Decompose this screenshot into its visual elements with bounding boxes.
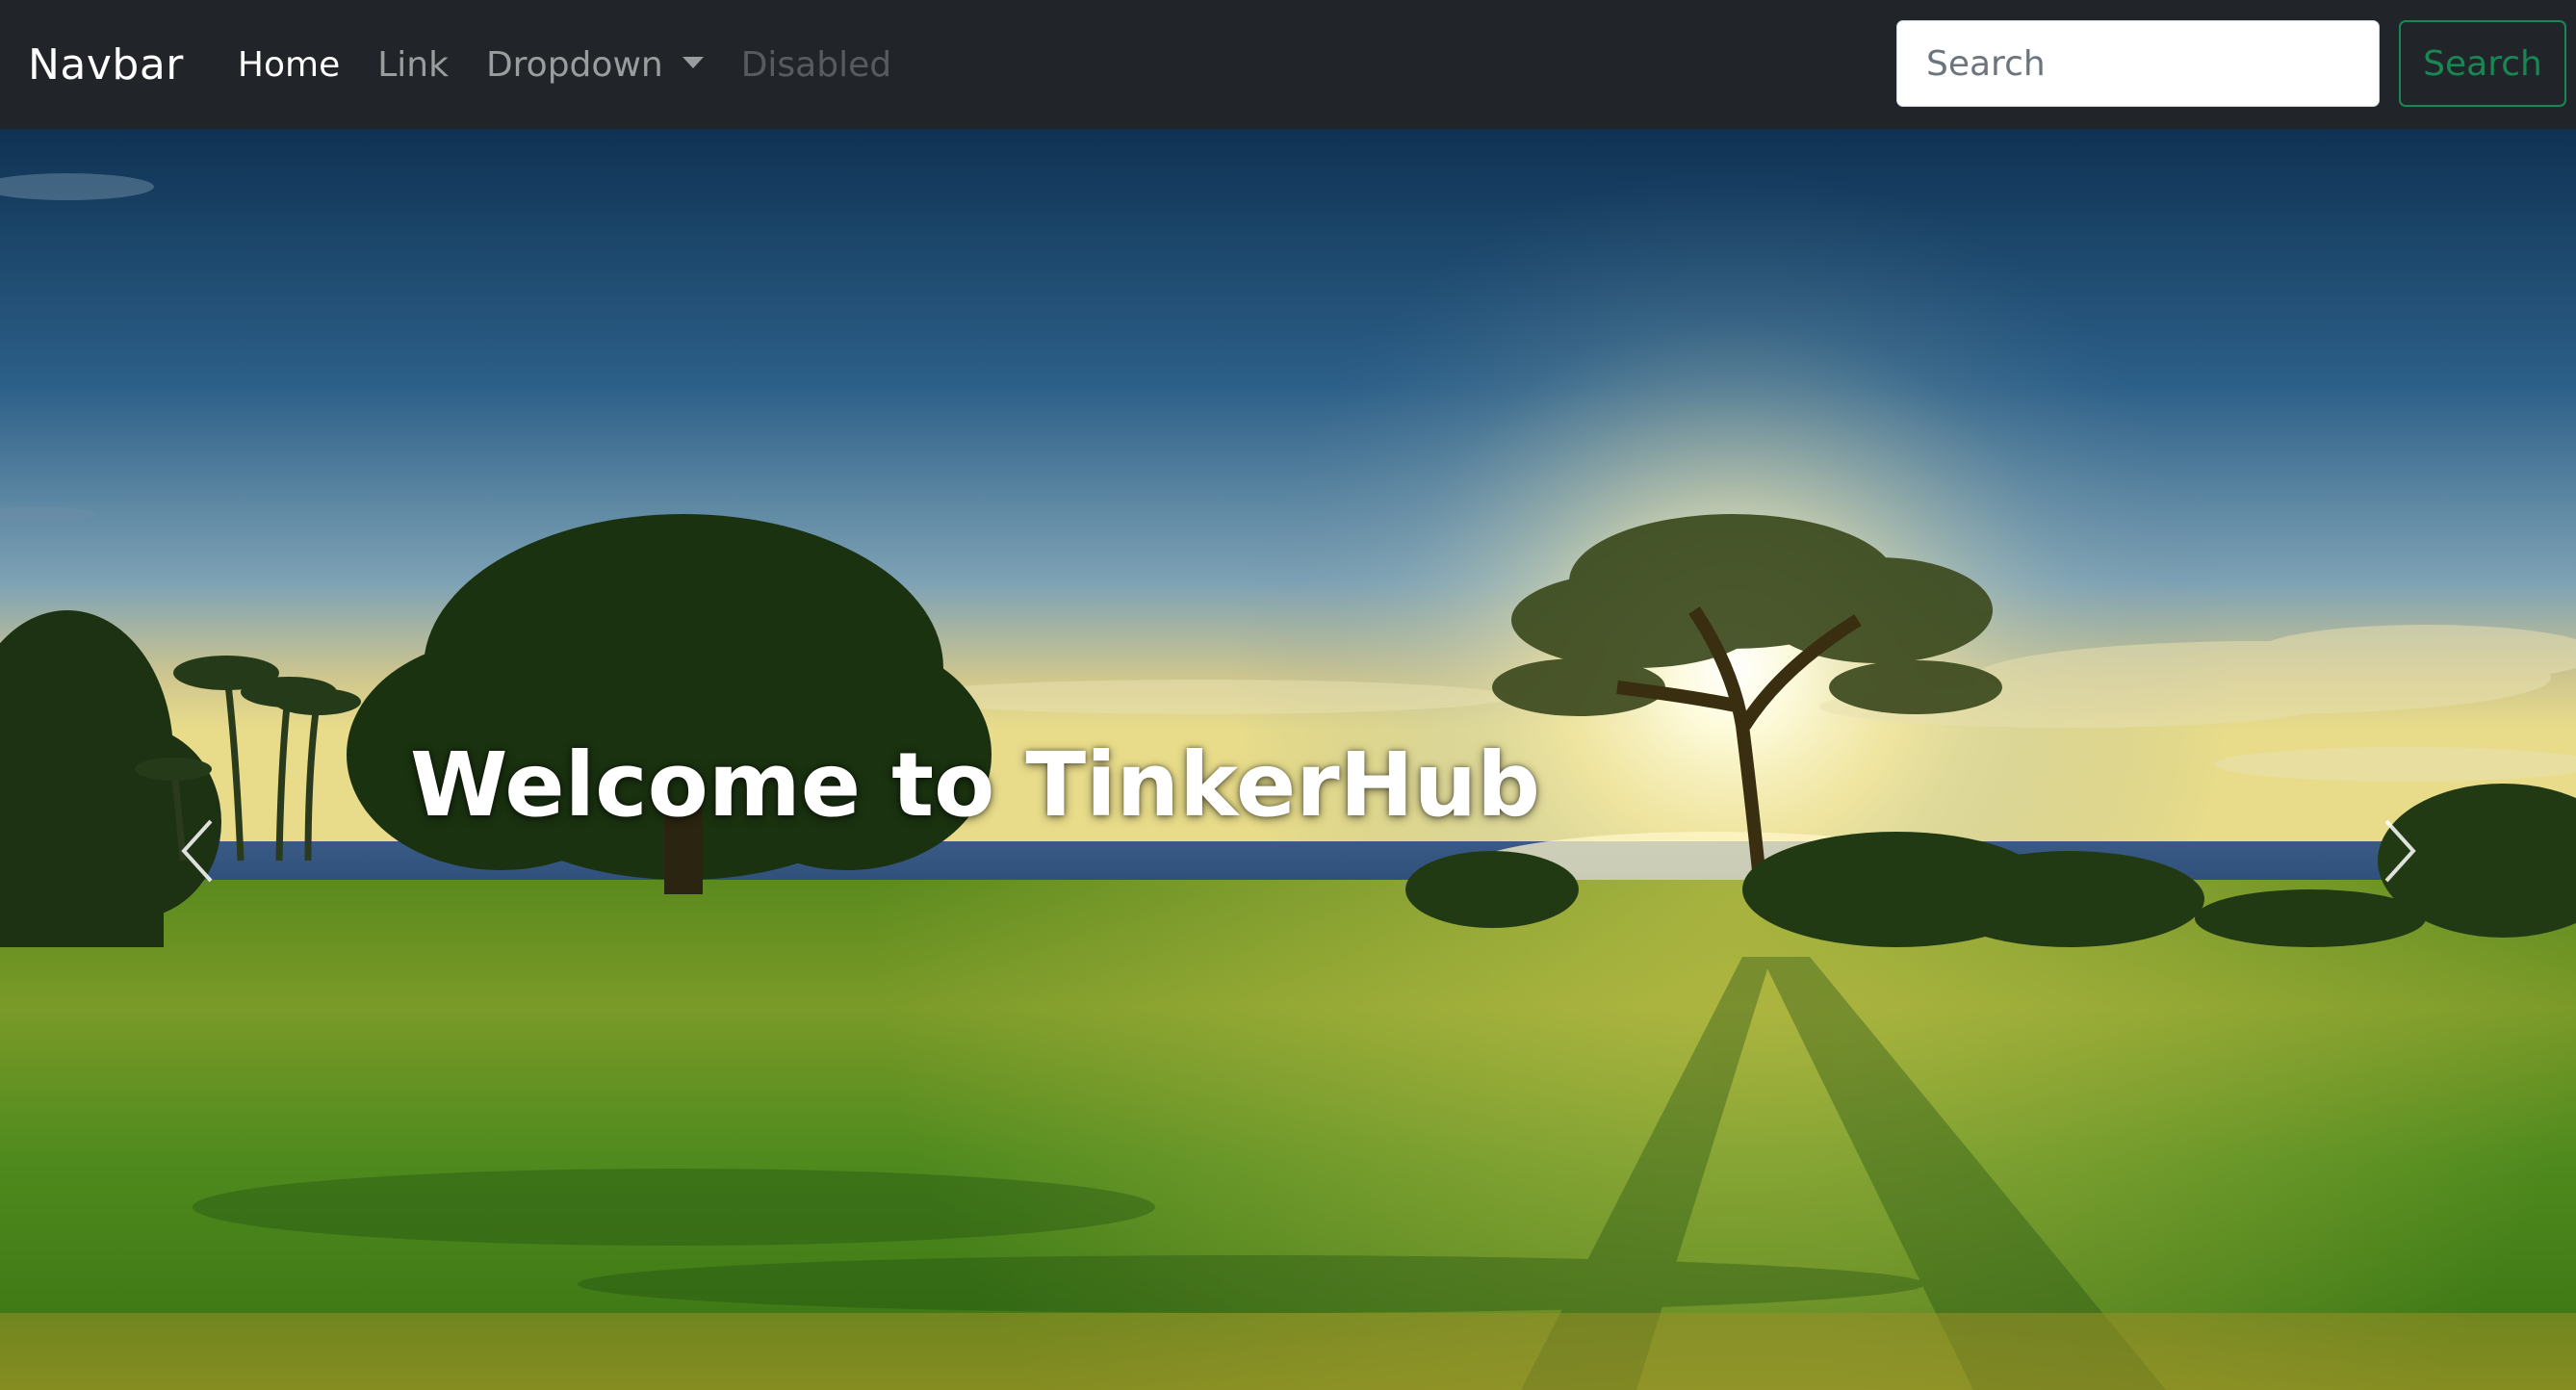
top-navbar: Navbar Home Link Dropdown Disabled Searc… bbox=[0, 0, 2576, 129]
carousel-next-button[interactable] bbox=[2357, 803, 2443, 899]
navbar-brand[interactable]: Navbar bbox=[28, 40, 184, 90]
search-input[interactable] bbox=[1896, 20, 2380, 107]
chevron-left-icon bbox=[181, 819, 213, 883]
search-button[interactable]: Search bbox=[2399, 20, 2566, 107]
nav-link-home[interactable]: Home bbox=[238, 45, 340, 85]
nav-dropdown-toggle[interactable]: Dropdown bbox=[486, 45, 704, 85]
carousel-caption: Welcome to TinkerHub bbox=[410, 734, 1540, 837]
carousel-prev-button[interactable] bbox=[154, 803, 241, 899]
nav-dropdown-label: Dropdown bbox=[485, 44, 663, 85]
nav-link-disabled: Disabled bbox=[740, 44, 892, 85]
search-form: Search bbox=[1896, 20, 2566, 107]
hero-carousel: Welcome to TinkerHub bbox=[0, 129, 2576, 1390]
caret-down-icon bbox=[682, 57, 704, 68]
chevron-right-icon bbox=[2384, 819, 2416, 883]
nav-links: Home Link Dropdown Disabled bbox=[238, 45, 929, 85]
nav-link-link[interactable]: Link bbox=[377, 45, 449, 85]
